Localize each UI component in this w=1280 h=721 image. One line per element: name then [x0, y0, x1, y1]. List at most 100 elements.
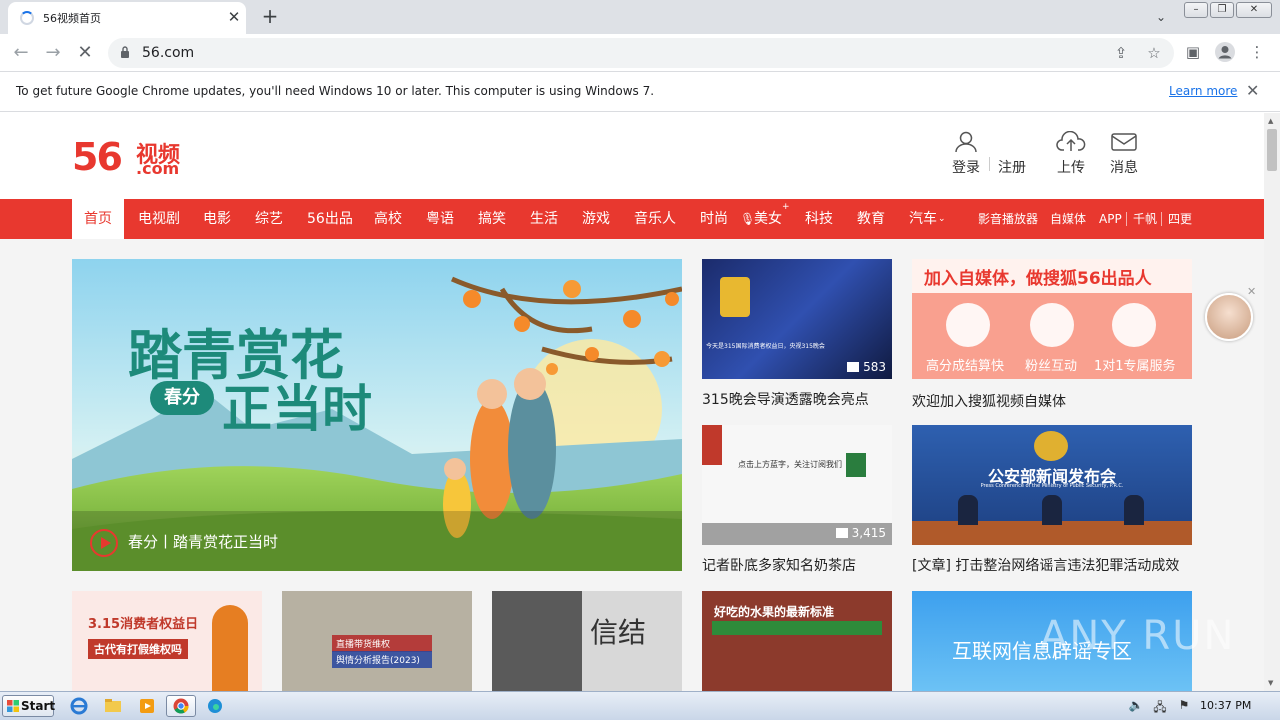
police-emblem-icon: [1034, 431, 1068, 461]
nav-sigeng[interactable]: 四更: [1168, 199, 1192, 239]
stop-loading-button[interactable]: ✕: [72, 40, 98, 66]
loading-spinner-icon: [20, 11, 34, 25]
site-logo[interactable]: 56 视频 .com: [72, 135, 180, 179]
floating-avatar[interactable]: [1205, 293, 1253, 341]
ad-title: 加入自媒体，做搜狐56出品人: [924, 269, 1152, 289]
user-icon: [955, 131, 977, 153]
window-close-button[interactable]: ✕: [1236, 2, 1272, 18]
action-center-flag-icon[interactable]: ⚑: [1176, 698, 1192, 714]
chrome-icon[interactable]: [166, 695, 196, 717]
new-tab-button[interactable]: +: [258, 5, 282, 29]
nav-app[interactable]: APP: [1099, 199, 1122, 239]
network-icon[interactable]: 🖧: [1152, 698, 1168, 714]
scrollbar-thumb[interactable]: [1267, 129, 1277, 171]
infobar-close-icon[interactable]: ✕: [1246, 81, 1259, 100]
system-clock[interactable]: 10:37 PM: [1200, 699, 1251, 712]
video-title[interactable]: 315晚会导演透露晚会亮点: [702, 389, 869, 409]
nav-movie[interactable]: 电影: [203, 199, 231, 239]
nav-divider: [1126, 212, 1127, 226]
learn-more-link[interactable]: Learn more: [1169, 84, 1237, 98]
nav-college[interactable]: 高校: [374, 199, 402, 239]
speaker-icon[interactable]: 🔈: [1128, 698, 1144, 714]
officer-figure: [1042, 495, 1062, 525]
back-button[interactable]: ←: [8, 40, 34, 66]
nav-variety[interactable]: 综艺: [255, 199, 283, 239]
edge-icon[interactable]: [202, 695, 228, 717]
share-icon[interactable]: ⇪: [1110, 42, 1132, 64]
lock-icon: [121, 46, 129, 58]
pie-chart-icon: [946, 303, 990, 347]
nav-auto[interactable]: 汽车: [909, 199, 937, 239]
bookmark-star-icon[interactable]: ☆: [1143, 42, 1165, 64]
nav-player[interactable]: 影音播放器: [978, 199, 1038, 239]
card-headline: 直播带货维权: [332, 635, 432, 652]
media-player-icon[interactable]: [134, 695, 160, 717]
hero-illustration: [72, 259, 682, 571]
messages-link[interactable]: 消息: [1109, 131, 1139, 177]
card-headline: 信结: [590, 616, 647, 649]
minimize-button[interactable]: –: [1184, 2, 1208, 18]
nav-fashion[interactable]: 时尚: [700, 199, 728, 239]
video-card-office[interactable]: 信结: [492, 591, 682, 691]
login-link[interactable]: 登录: [951, 131, 981, 177]
restore-button[interactable]: ❐: [1210, 2, 1234, 18]
video-card-315[interactable]: 今天是315国际消费者权益日，央视315晚会 583: [702, 259, 892, 379]
tab-search-chevron-icon[interactable]: ⌄: [1150, 6, 1172, 28]
video-title[interactable]: 记者卧底多家知名奶茶店: [702, 555, 856, 575]
tab-strip: 56视频首页 ✕ + ⌄ – ❐ ✕: [0, 0, 1280, 34]
nav-tv[interactable]: 电视剧: [138, 199, 180, 239]
shop-bag-graphic: [846, 453, 866, 477]
explorer-folder-icon[interactable]: [100, 695, 126, 717]
nav-funny[interactable]: 搞笑: [478, 199, 506, 239]
card-subline: 古代有打假维权吗: [88, 639, 188, 659]
vertical-scrollbar[interactable]: ▲ ▼: [1264, 113, 1280, 691]
scroll-up-icon[interactable]: ▲: [1268, 117, 1273, 125]
ad-caption[interactable]: 欢迎加入搜狐视频自媒体: [912, 391, 1066, 411]
ie-icon[interactable]: [66, 695, 92, 717]
we-media-ad[interactable]: 加入自媒体，做搜狐56出品人 高分成结算快 粉丝互动 1对1专属服务: [912, 259, 1192, 379]
register-link[interactable]: 注册: [997, 157, 1027, 177]
nav-qianfan[interactable]: 千帆: [1133, 199, 1157, 239]
ad-item: 粉丝互动: [1025, 359, 1078, 374]
hero-title-line2: 正当时: [222, 380, 372, 438]
browser-tab[interactable]: 56视频首页 ✕: [8, 2, 246, 34]
anyrun-watermark: ANY RUN: [1040, 613, 1236, 659]
hero-badge: 春分: [150, 381, 214, 415]
chat-bubble-icon: [1030, 303, 1074, 347]
nav-beauty[interactable]: 美女: [754, 199, 782, 239]
nav-life[interactable]: 生活: [530, 199, 558, 239]
tab-close-icon[interactable]: ✕: [224, 7, 244, 27]
web-page: 56 视频 .com 登录 注册 上传 消息 首页 电视剧 电影 综艺 56出品…: [0, 113, 1264, 691]
site-header: 56 视频 .com 登录 注册 上传 消息: [0, 113, 1264, 199]
video-card-livestream[interactable]: 直播带货维权 舆情分析报告(2023): [282, 591, 472, 691]
hero-banner[interactable]: 踏青赏花 春分 正当时 春分丨踏青赏花正当时: [72, 259, 682, 571]
nav-cantonese[interactable]: 粤语: [426, 199, 454, 239]
video-card-milktea[interactable]: 点击上方蓝字，关注订阅我们 3,415: [702, 425, 892, 545]
video-card-fruit[interactable]: 好吃的水果的最新标准: [702, 591, 892, 691]
news-card-mps[interactable]: 公安部新闻发布会 Press Conference of the Ministr…: [912, 425, 1192, 545]
nav-tech[interactable]: 科技: [805, 199, 833, 239]
scroll-down-icon[interactable]: ▼: [1268, 679, 1273, 687]
chevron-down-icon: ⌄: [938, 214, 946, 224]
menu-kebab-icon[interactable]: ⋮: [1246, 41, 1268, 63]
start-button[interactable]: Start: [2, 695, 55, 717]
profile-avatar-icon[interactable]: [1214, 41, 1236, 63]
tab-title: 56视频首页: [43, 12, 101, 25]
nav-games[interactable]: 游戏: [582, 199, 610, 239]
video-card-315-rights[interactable]: 3.15消费者权益日 古代有打假维权吗: [72, 591, 262, 691]
banner-subtitle: Press Conference of the Ministry of Publ…: [980, 483, 1124, 489]
nav-education[interactable]: 教育: [857, 199, 885, 239]
nav-musician[interactable]: 音乐人: [634, 199, 676, 239]
envelope-icon: [1111, 133, 1137, 151]
address-bar[interactable]: 56.com ⇪ ☆: [108, 38, 1174, 68]
nav-56-original[interactable]: 56出品: [307, 199, 353, 239]
side-panel-icon[interactable]: ▣: [1182, 41, 1204, 63]
avatar-close-icon[interactable]: ✕: [1247, 285, 1256, 298]
forward-button[interactable]: →: [40, 40, 66, 66]
nav-divider: [1161, 212, 1162, 226]
nav-home[interactable]: 首页: [72, 199, 124, 239]
news-title[interactable]: [文章] 打击整治网络谣言违法犯罪活动成效: [912, 555, 1179, 575]
nav-we-media[interactable]: 自媒体: [1050, 199, 1086, 239]
upload-link[interactable]: 上传: [1056, 131, 1086, 177]
play-icon[interactable]: [90, 529, 118, 557]
